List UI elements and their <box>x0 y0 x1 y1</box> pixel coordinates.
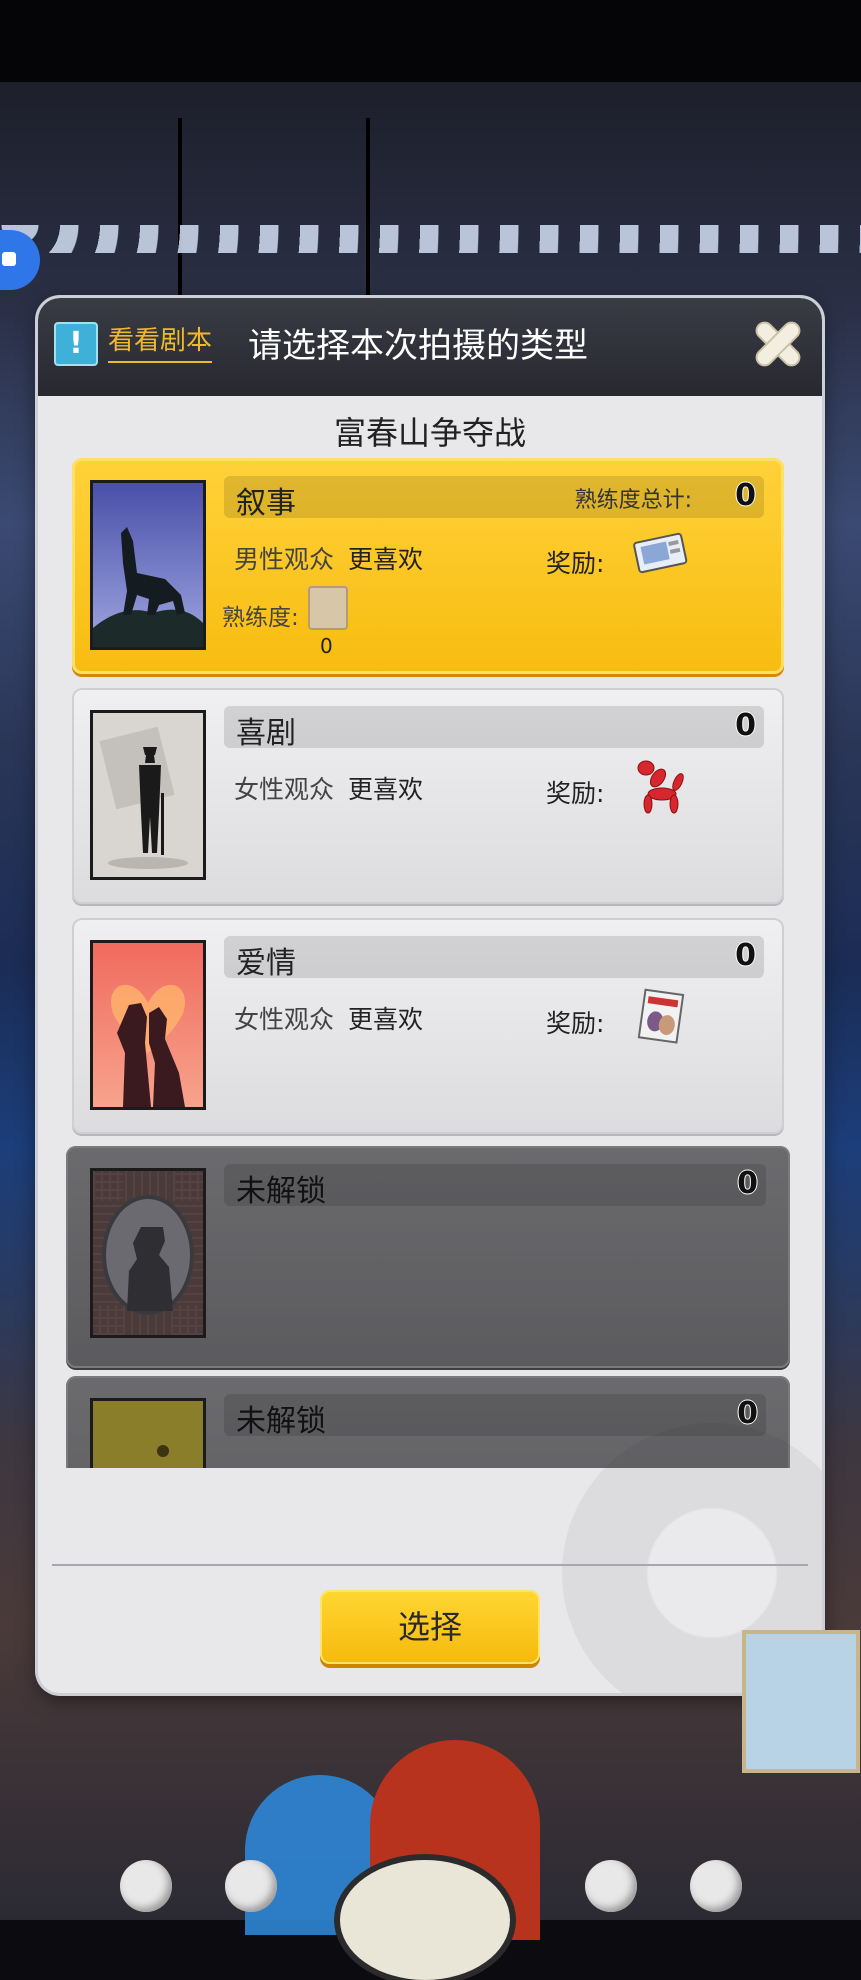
genre-list[interactable]: 叙事 熟练度总计: 0 男性观众 更喜欢 奖励: 熟练度: 0 喜剧 0 女性观… <box>38 458 822 1468</box>
audience-label: 男性观众 <box>234 545 335 574</box>
genre-name: 喜剧 <box>236 716 296 751</box>
preference-label: 更喜欢 <box>348 545 424 574</box>
proficiency-total-value: 0 <box>735 708 756 743</box>
exclamation-icon[interactable]: ! <box>54 322 98 366</box>
proficiency-total-value: 0 <box>737 1166 758 1201</box>
stage-rope <box>178 118 182 298</box>
camera-icon <box>2 252 16 266</box>
proficiency-total-value: 0 <box>735 478 756 513</box>
audience-preference: 女性观众 更喜欢 <box>234 770 423 806</box>
clock-icon <box>340 1860 510 1980</box>
script-title: 富春山争夺战 <box>333 414 526 452</box>
preference-label: 更喜欢 <box>348 775 424 804</box>
actress-portrait <box>742 1630 860 1773</box>
actor-avatar-icon <box>308 586 348 630</box>
reward-label: 奖励: <box>546 1009 605 1038</box>
proficiency-total-value: 0 <box>735 938 756 973</box>
reward-label: 奖励: <box>546 779 605 808</box>
detective-poster <box>90 1168 206 1338</box>
genre-name: 爱情 <box>236 946 296 981</box>
photo-card-icon <box>632 528 688 576</box>
genre-name-bar: 未解锁 0 <box>224 1164 766 1209</box>
curtain-valance <box>0 225 861 253</box>
comedian-poster <box>90 710 206 880</box>
genre-card-romance[interactable]: 爱情 0 女性观众 更喜欢 奖励: <box>72 918 784 1134</box>
dialog-title: 请选择本次拍摄的类型 <box>248 326 588 366</box>
reward-label: 奖励: <box>546 549 605 578</box>
view-script-link[interactable]: 看看剧本 <box>108 320 213 363</box>
wolf-poster <box>90 480 206 650</box>
stage-light <box>225 1860 277 1912</box>
genre-card-locked[interactable]: 未解锁 0 <box>66 1146 790 1368</box>
proficiency-label: 熟练度: <box>222 605 299 631</box>
audience-preference: 女性观众 更喜欢 <box>234 1000 423 1036</box>
genre-card-comedy[interactable]: 喜剧 0 女性观众 更喜欢 奖励: <box>72 688 784 904</box>
preference-label: 更喜欢 <box>348 1005 424 1034</box>
stage-light <box>585 1860 637 1912</box>
genre-name: 未解锁 <box>236 1404 326 1439</box>
proficiency-value: 0 <box>320 634 333 658</box>
dialog-header: ! 看看剧本 请选择本次拍摄的类型 <box>38 298 822 396</box>
genre-name: 未解锁 <box>236 1174 326 1209</box>
stage-light <box>120 1860 172 1912</box>
stage-rope <box>366 118 370 298</box>
select-button[interactable]: 选择 <box>320 1590 540 1664</box>
genre-name-bar: 叙事 熟练度总计: 0 <box>224 476 764 521</box>
footer-divider <box>52 1564 808 1566</box>
status-bar <box>0 0 861 82</box>
genre-name-bar: 爱情 0 <box>224 936 764 981</box>
proficiency-total-label: 熟练度总计: <box>574 488 692 513</box>
audience-preference: 男性观众 更喜欢 <box>234 540 423 576</box>
genre-card-narrative[interactable]: 叙事 熟练度总计: 0 男性观众 更喜欢 奖励: 熟练度: 0 <box>72 458 784 674</box>
romance-magazine-icon <box>632 988 688 1044</box>
audience-label: 女性观众 <box>234 775 335 804</box>
genre-name-bar: 喜剧 0 <box>224 706 764 751</box>
couple-poster <box>90 940 206 1110</box>
genre-select-dialog: ! 看看剧本 请选择本次拍摄的类型 富春山争夺战 叙事 熟练度总计: 0 男性观… <box>38 298 822 1693</box>
audience-label: 女性观众 <box>234 1005 335 1034</box>
locked-poster <box>90 1398 206 1468</box>
close-icon[interactable] <box>746 312 808 374</box>
balloon-dog-icon <box>632 758 688 814</box>
stage-light <box>690 1860 742 1912</box>
genre-name: 叙事 <box>236 486 296 521</box>
